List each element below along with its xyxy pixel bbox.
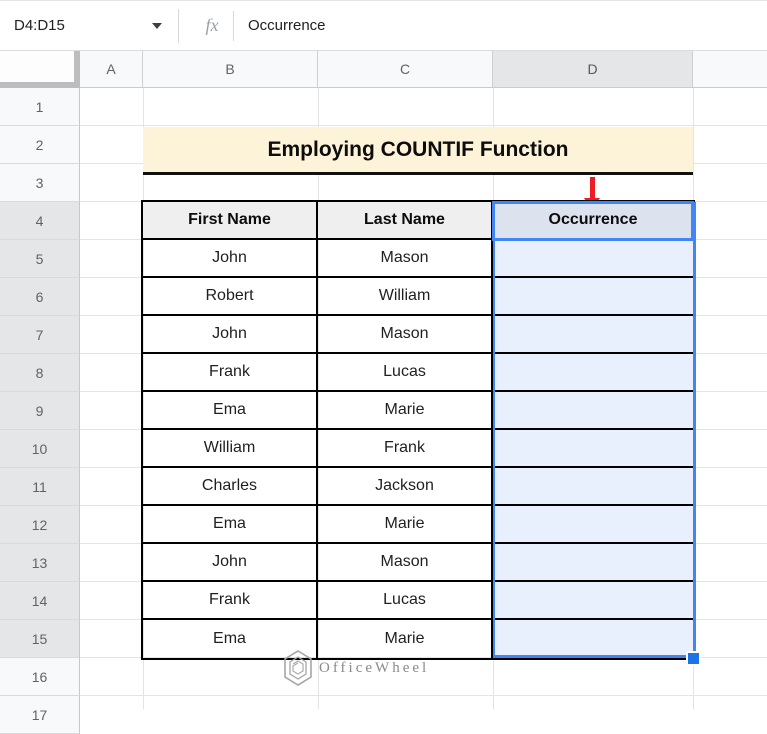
header-occurrence[interactable]: Occurrence xyxy=(493,202,693,238)
table-row: Charles Jackson xyxy=(143,468,693,506)
table-row: Robert William xyxy=(143,278,693,316)
column-header-c[interactable]: C xyxy=(318,51,493,88)
row-header-14[interactable]: 14 xyxy=(0,582,80,620)
cell-last-name[interactable]: Mason xyxy=(318,316,493,352)
data-table: First Name Last Name Occurrence John Maso… xyxy=(141,200,695,660)
table-row: Ema Marie xyxy=(143,506,693,544)
column-header-a[interactable]: A xyxy=(80,51,143,88)
cell-occurrence[interactable] xyxy=(493,582,693,618)
row-header-11[interactable]: 11 xyxy=(0,468,80,506)
cell-occurrence[interactable] xyxy=(493,468,693,504)
column-header-row: A B C D xyxy=(0,51,767,88)
cell-last-name[interactable]: Marie xyxy=(318,506,493,542)
row-header-3[interactable]: 3 xyxy=(0,164,80,202)
row-header-13[interactable]: 13 xyxy=(0,544,80,582)
fx-icon: fx xyxy=(205,15,219,35)
row-header-7[interactable]: 7 xyxy=(0,316,80,354)
row-header-12[interactable]: 12 xyxy=(0,506,80,544)
title-banner-cell[interactable]: Employing COUNTIF Function xyxy=(143,127,693,175)
table-row: Frank Lucas xyxy=(143,582,693,620)
row-header-16[interactable]: 16 xyxy=(0,658,80,696)
divider xyxy=(233,11,234,41)
cell-first-name[interactable]: John xyxy=(143,240,318,276)
row-header-9[interactable]: 9 xyxy=(0,392,80,430)
divider xyxy=(178,9,179,43)
formula-bar: D4:D15 fx Occurrence xyxy=(0,0,767,51)
table-row: William Frank xyxy=(143,430,693,468)
name-box[interactable]: D4:D15 xyxy=(0,1,178,50)
cell-first-name[interactable]: John xyxy=(143,316,318,352)
cell-first-name[interactable]: Ema xyxy=(143,392,318,428)
cell-occurrence[interactable] xyxy=(493,278,693,314)
cell-occurrence[interactable] xyxy=(493,392,693,428)
cell-occurrence[interactable] xyxy=(493,620,693,658)
table-row: John Mason xyxy=(143,544,693,582)
cell-first-name[interactable]: Robert xyxy=(143,278,318,314)
column-header-b[interactable]: B xyxy=(143,51,318,88)
table-row: John Mason xyxy=(143,240,693,278)
cell-occurrence[interactable] xyxy=(493,316,693,352)
cell-occurrence[interactable] xyxy=(493,240,693,276)
row-header-8[interactable]: 8 xyxy=(0,354,80,392)
cell-last-name[interactable]: Mason xyxy=(318,544,493,580)
cell-last-name[interactable]: Frank xyxy=(318,430,493,466)
column-header-d[interactable]: D xyxy=(493,51,693,88)
row-header-15[interactable]: 15 xyxy=(0,620,80,658)
name-box-value: D4:D15 xyxy=(14,17,65,34)
cell-first-name[interactable]: Frank xyxy=(143,582,318,618)
cell-occurrence[interactable] xyxy=(493,506,693,542)
table-row: John Mason xyxy=(143,316,693,354)
red-arrow-annotation xyxy=(590,177,595,199)
formula-input[interactable]: Occurrence xyxy=(248,1,548,50)
cell-last-name[interactable]: Mason xyxy=(318,240,493,276)
table-row: Frank Lucas xyxy=(143,354,693,392)
row-header-10[interactable]: 10 xyxy=(0,430,80,468)
header-last-name[interactable]: Last Name xyxy=(318,202,493,238)
cell-last-name[interactable]: Marie xyxy=(318,620,493,658)
chevron-down-icon[interactable] xyxy=(152,23,162,29)
cell-first-name[interactable]: John xyxy=(143,544,318,580)
table-row: Ema Marie xyxy=(143,620,693,658)
cell-occurrence[interactable] xyxy=(493,544,693,580)
row-header-2[interactable]: 2 xyxy=(0,126,80,164)
cell-last-name[interactable]: Jackson xyxy=(318,468,493,504)
cell-last-name[interactable]: Lucas xyxy=(318,582,493,618)
cell-occurrence[interactable] xyxy=(493,354,693,390)
header-first-name[interactable]: First Name xyxy=(143,202,318,238)
cell-last-name[interactable]: Marie xyxy=(318,392,493,428)
fill-handle[interactable] xyxy=(688,653,699,664)
row-header-6[interactable]: 6 xyxy=(0,278,80,316)
cell-first-name[interactable]: William xyxy=(143,430,318,466)
row-header-5[interactable]: 5 xyxy=(0,240,80,278)
row-header-1[interactable]: 1 xyxy=(0,88,80,126)
row-header-17[interactable]: 17 xyxy=(0,696,80,734)
cell-last-name[interactable]: Lucas xyxy=(318,354,493,390)
cell-first-name[interactable]: Charles xyxy=(143,468,318,504)
cell-occurrence[interactable] xyxy=(493,430,693,466)
row-header-column: 1 2 3 4 5 6 7 8 9 10 11 12 13 14 15 16 17 xyxy=(0,88,80,734)
table-header-row: First Name Last Name Occurrence xyxy=(143,202,693,240)
select-all-corner[interactable] xyxy=(0,51,80,88)
cell-last-name[interactable]: William xyxy=(318,278,493,314)
table-row: Ema Marie xyxy=(143,392,693,430)
cell-first-name[interactable]: Ema xyxy=(143,620,318,658)
column-header-e[interactable] xyxy=(693,51,767,88)
cell-first-name[interactable]: Frank xyxy=(143,354,318,390)
row-header-4[interactable]: 4 xyxy=(0,202,80,240)
cell-first-name[interactable]: Ema xyxy=(143,506,318,542)
